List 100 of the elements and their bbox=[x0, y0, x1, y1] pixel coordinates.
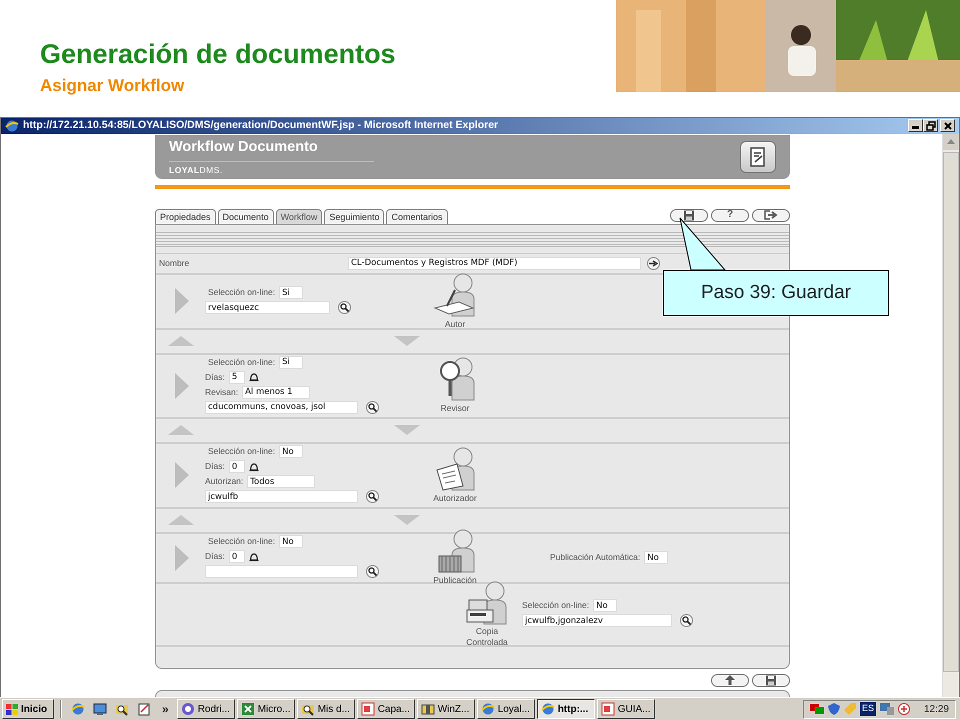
minimize-button[interactable] bbox=[908, 119, 923, 132]
search-button[interactable] bbox=[680, 614, 693, 628]
move-down-icon bbox=[394, 515, 420, 526]
network-icon bbox=[810, 703, 824, 715]
move-up-icon bbox=[168, 336, 194, 346]
arrow-right-icon bbox=[649, 260, 658, 267]
search-icon bbox=[300, 702, 315, 716]
tab[interactable]: Comentarios bbox=[386, 208, 448, 224]
field-label: Selección on-line: bbox=[208, 286, 276, 300]
tab[interactable]: Workflow bbox=[276, 208, 322, 224]
restore-button[interactable] bbox=[923, 119, 938, 132]
input-field[interactable]: Al menos 1 bbox=[242, 386, 310, 399]
restore-icon bbox=[926, 120, 936, 131]
field-label: Publicación Automática: bbox=[550, 551, 640, 564]
bell-icon bbox=[248, 462, 259, 472]
taskbar-button[interactable]: Rodri... bbox=[176, 699, 235, 719]
field-label: Revisan: bbox=[205, 386, 238, 399]
input-field[interactable]: CL-Documentos y Registros MDF (MDF) bbox=[348, 256, 641, 270]
browser-icon bbox=[540, 702, 555, 716]
input-field[interactable]: No bbox=[644, 551, 668, 564]
input-field[interactable]: No bbox=[593, 599, 618, 612]
input-field[interactable]: No bbox=[279, 445, 304, 458]
input-field[interactable]: rvelasquezc bbox=[205, 301, 330, 314]
expand-arrow-icon bbox=[175, 288, 189, 314]
input-field[interactable]: 0 bbox=[228, 550, 245, 564]
search-icon[interactable] bbox=[115, 702, 129, 716]
input-field[interactable]: cducommuns, cnovoas, jsol bbox=[205, 400, 358, 414]
close-icon bbox=[942, 120, 952, 131]
taskbar-button[interactable]: Mis d... bbox=[296, 699, 355, 719]
field-label: Selección on-line: bbox=[208, 445, 276, 458]
input-field[interactable]: jcwulfb,jgonzalezv bbox=[522, 614, 672, 628]
search-icon bbox=[682, 616, 691, 626]
move-down-icon bbox=[394, 425, 420, 436]
input-field[interactable]: Si bbox=[279, 286, 304, 300]
search-icon bbox=[368, 567, 377, 576]
input-field[interactable] bbox=[205, 565, 358, 578]
search-button[interactable] bbox=[366, 400, 379, 414]
taskbar-button[interactable]: Micro... bbox=[236, 699, 295, 719]
expand-arrow-icon bbox=[175, 372, 189, 399]
input-field[interactable]: Todos bbox=[247, 475, 316, 488]
start-button[interactable]: Inicio bbox=[2, 699, 54, 719]
exit-button[interactable] bbox=[752, 208, 790, 222]
input-field[interactable]: No bbox=[279, 535, 304, 548]
role-label: Publicación bbox=[433, 574, 477, 588]
help-button[interactable]: ? bbox=[711, 208, 749, 222]
field-label: Nombre bbox=[159, 256, 190, 270]
taskbar-button[interactable]: WinZ... bbox=[416, 699, 475, 719]
move-up-icon bbox=[168, 425, 194, 436]
taskbar-button[interactable]: GUIA... bbox=[596, 699, 655, 719]
antivirus-icon bbox=[898, 703, 910, 715]
input-field[interactable]: jcwulfb bbox=[205, 490, 358, 504]
floppy-icon bbox=[765, 674, 777, 686]
floppy-icon bbox=[683, 210, 695, 221]
expand-arrow-icon bbox=[175, 462, 189, 488]
go-button[interactable] bbox=[647, 256, 660, 270]
move-down-icon bbox=[394, 336, 420, 346]
input-field[interactable]: 5 bbox=[228, 370, 245, 384]
exit-icon bbox=[764, 210, 778, 220]
language-indicator[interactable]: ES bbox=[860, 702, 876, 716]
field-label: Días: bbox=[205, 550, 225, 564]
role-label: Autor bbox=[444, 318, 466, 331]
up-arrow-icon bbox=[725, 675, 735, 686]
tab[interactable]: Seguimiento bbox=[324, 208, 384, 224]
bell-icon bbox=[248, 552, 259, 562]
taskbar-button[interactable]: http:... bbox=[536, 699, 595, 719]
expand-arrow-icon bbox=[175, 544, 189, 571]
minimize-icon bbox=[912, 126, 919, 130]
taskbar-button[interactable]: Loyal... bbox=[476, 699, 535, 719]
tab[interactable]: Propiedades bbox=[155, 208, 216, 224]
input-field[interactable]: Si bbox=[279, 356, 304, 369]
clock: 12:29 bbox=[924, 702, 949, 716]
tab[interactable]: Documento bbox=[218, 208, 274, 224]
search-button[interactable] bbox=[338, 301, 351, 314]
notepad-icon[interactable] bbox=[137, 702, 151, 716]
save-button[interactable] bbox=[670, 208, 708, 222]
document-edit-icon bbox=[749, 146, 767, 167]
more-button[interactable]: » bbox=[162, 700, 169, 718]
search-button[interactable] bbox=[366, 490, 379, 504]
document-button[interactable] bbox=[740, 140, 776, 173]
role-label: Revisor bbox=[440, 402, 470, 416]
role-label: Copia Controlada bbox=[465, 626, 509, 648]
taskbar-button[interactable]: Capa... bbox=[356, 699, 415, 719]
spreadsheet-icon bbox=[240, 702, 255, 716]
up-button[interactable] bbox=[711, 674, 749, 687]
browser-icon[interactable] bbox=[71, 702, 85, 716]
input-field[interactable]: 0 bbox=[228, 460, 245, 474]
role-label: Autorizador bbox=[433, 492, 477, 505]
field-label: Selección on-line: bbox=[208, 356, 276, 369]
save-button[interactable] bbox=[752, 674, 790, 687]
shield-icon bbox=[828, 703, 840, 715]
computer-icon bbox=[880, 703, 894, 715]
field-label: Selección on-line: bbox=[208, 535, 276, 548]
windows-logo-icon bbox=[6, 704, 18, 714]
close-button[interactable] bbox=[940, 119, 955, 132]
desktop-icon[interactable] bbox=[93, 702, 107, 716]
page-title: Workflow Documento bbox=[169, 137, 374, 162]
search-button[interactable] bbox=[366, 565, 379, 578]
move-up-icon bbox=[168, 515, 194, 526]
field-label: Autorizan: bbox=[205, 475, 244, 488]
bell-icon bbox=[248, 372, 259, 382]
